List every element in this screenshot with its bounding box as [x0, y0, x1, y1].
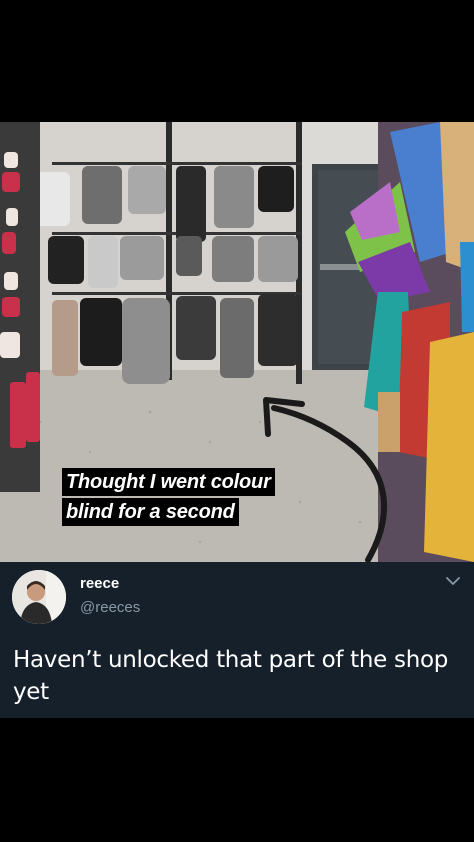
photo-caption: Thought I went colour blind for a second — [62, 468, 275, 526]
caption-line-1: Thought I went colour — [62, 468, 275, 496]
tweet-card: reece @reeces Haven’t unlocked that part… — [0, 562, 474, 718]
avatar[interactable] — [12, 570, 66, 624]
user-handle[interactable]: @reeces — [80, 599, 140, 616]
meme-post: Thought I went colour blind for a second… — [0, 0, 474, 842]
chevron-down-icon[interactable] — [444, 572, 462, 590]
tweet-text: Haven’t unlocked that part of the shop y… — [13, 647, 449, 705]
display-name[interactable]: reece — [80, 575, 119, 592]
caption-line-2: blind for a second — [62, 498, 239, 526]
store-photo: Thought I went colour blind for a second — [0, 122, 474, 562]
avatar-image — [12, 570, 66, 624]
